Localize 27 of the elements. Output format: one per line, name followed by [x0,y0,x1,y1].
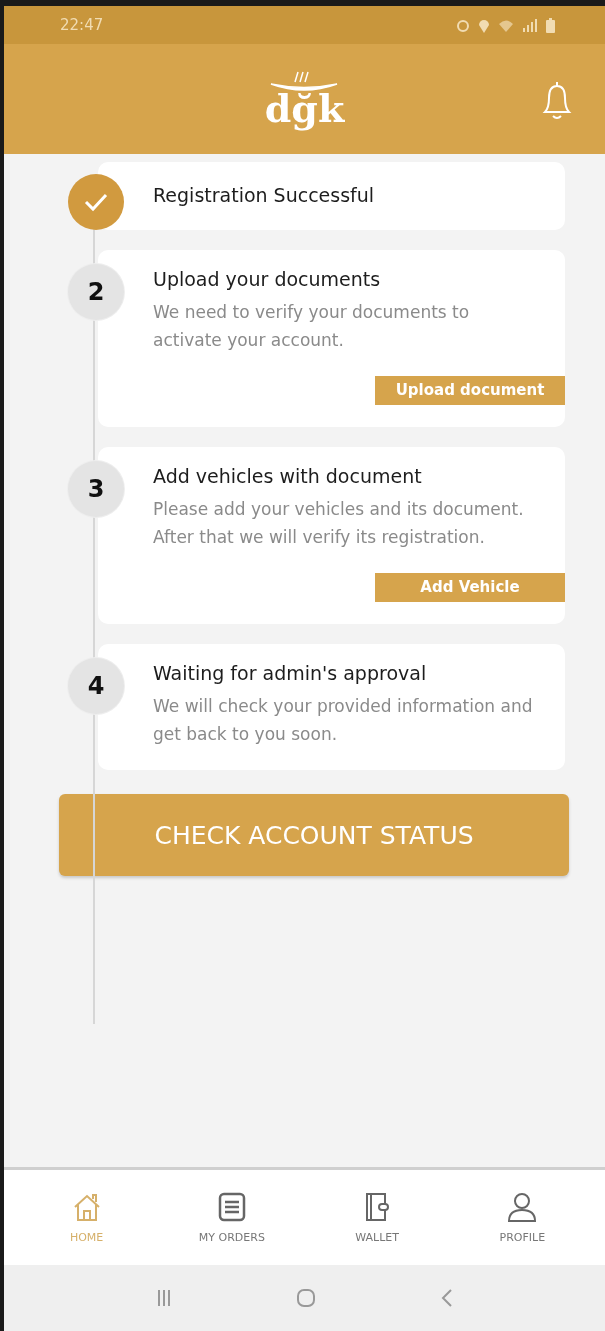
location-icon [478,17,490,33]
nav-tab[interactable]: MY ORDERS [176,1190,287,1245]
back-icon[interactable] [440,1288,453,1308]
step-title: Waiting for admin's approval [153,662,428,684]
step-title: Registration Successful [153,184,376,206]
step-action-button[interactable]: Add Vehicle [375,573,565,602]
nav-tab[interactable]: PROFILE [467,1190,578,1245]
nav-tab[interactable]: WALLET [322,1190,433,1245]
step-number: 4 [68,658,124,714]
step-number: 2 [68,264,124,320]
step-description: We will check your provided information and get back to you soon. [153,695,534,746]
step-title: Add vehicles with document [153,465,423,487]
step-action-button[interactable]: Upload document [375,376,565,405]
step-description: Please add your vehicles and its document. After that we will verify its registration. [153,498,525,549]
signal-icon [522,18,538,32]
battery-icon [546,17,555,33]
step-title: Upload your documents [153,268,382,290]
step-number: 3 [68,461,124,517]
recent-apps-icon[interactable] [156,1289,171,1307]
nav-tab[interactable]: HOME [31,1190,142,1245]
home-button-icon[interactable] [295,1288,316,1308]
steam-icon [269,70,340,94]
status-time: 22:47 [60,16,104,34]
step-description: We need to verify your documents to activate your account. [153,301,471,352]
check-status-button[interactable]: CHECK ACCOUNT STATUS [59,794,569,876]
wifi-icon [498,18,514,32]
person-icon [506,1191,539,1223]
